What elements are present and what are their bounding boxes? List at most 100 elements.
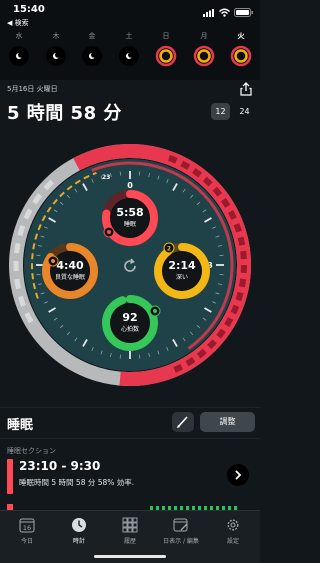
status-time: 15:40 [13, 4, 45, 15]
session-detail-button[interactable] [227, 464, 249, 486]
ring-detail-segment [20, 226, 23, 235]
day-6[interactable]: 月 [192, 31, 216, 71]
day-1[interactable]: 水 [7, 31, 31, 71]
ring-detail-segment [187, 360, 194, 364]
tab-day-edit[interactable]: 日表示 / 編集 [156, 515, 206, 555]
day-3[interactable]: 金 [80, 31, 104, 71]
chevron-right-icon [227, 464, 249, 486]
heart-stat-value: 92 [105, 311, 155, 324]
day-label: 月 [192, 31, 216, 41]
sleep-badge-dot [107, 230, 111, 234]
edit-button[interactable] [172, 412, 194, 432]
deep-stat-value: 2:14 [157, 259, 207, 272]
ring-detail-segment [231, 211, 234, 218]
tab-settings-label: 設定 [208, 536, 258, 545]
signal-icon [203, 9, 215, 17]
sleep-duration-title: 5 時間 58 分 [7, 99, 122, 125]
sleep-stat-value: 5:58 [105, 206, 155, 219]
ring-detail-segment [199, 351, 205, 356]
divider [0, 438, 260, 439]
date-label: 5月16日 火曜日 [7, 84, 58, 94]
day-label: 日 [154, 31, 178, 41]
ring-detail-segment [223, 200, 227, 207]
status-bar: 15:40 [0, 0, 260, 20]
share-icon[interactable] [240, 82, 252, 96]
ring-detail-segment [215, 189, 220, 195]
session-time-range[interactable]: 23:10 - 9:30 [19, 459, 100, 473]
section-title: 睡眠 [7, 414, 33, 433]
day-4[interactable]: 土 [117, 31, 141, 71]
day-label: 土 [117, 31, 141, 41]
gear-icon [225, 517, 241, 533]
ring-detail-segment [205, 179, 211, 184]
hour-label: 0 [127, 181, 133, 190]
pencil-icon [172, 412, 194, 432]
toggle-12h[interactable]: 12 [211, 103, 230, 120]
tab-day-edit-label: 日表示 / 編集 [156, 536, 206, 545]
ring-detail-segment [20, 296, 23, 305]
activity-rings-icon [230, 45, 252, 67]
ring-detail-segment [175, 367, 182, 370]
ring-detail-segment [242, 279, 243, 287]
ring-detail-segment [238, 293, 240, 301]
tab-history[interactable]: 履歴 [105, 515, 155, 555]
session-summary: 睡眠時間 5 時間 58 分 58% 効率. [19, 477, 134, 488]
ring-detail-segment [194, 170, 200, 175]
ring-detail-segment [169, 158, 176, 161]
tab-bar: 16 今日 時計 履歴 日表示 / 編集 [0, 510, 260, 563]
divider [0, 407, 260, 408]
heart-stat-label: 心拍数 [105, 324, 155, 333]
sleep-stat-label: 睡眠 [105, 219, 155, 228]
tab-settings[interactable]: 設定 [208, 515, 258, 555]
activity-rings-icon [193, 45, 215, 67]
tab-today-label: 今日 [2, 536, 52, 545]
deep-badge-text: 2 [167, 246, 171, 253]
hour-label: 23 [102, 174, 110, 181]
tab-clock[interactable]: 時計 [54, 515, 104, 555]
clock-icon [71, 517, 87, 533]
adjust-button[interactable]: 調整 [200, 412, 255, 432]
tab-history-label: 履歴 [105, 536, 155, 545]
day-2[interactable]: 木 [44, 31, 68, 71]
ring-detail-segment [233, 306, 236, 313]
moon-icon [81, 45, 103, 67]
sleep-stat: 5:58 睡眠 [105, 206, 155, 228]
wifi-icon [219, 8, 230, 17]
ring-detail-segment [209, 341, 215, 347]
ring-detail-segment [243, 251, 244, 259]
day-5[interactable]: 日 [154, 31, 178, 71]
tab-today[interactable]: 16 今日 [2, 515, 52, 555]
toggle-24h[interactable]: 24 [235, 103, 254, 120]
ring-detail-segment [17, 243, 18, 253]
moon-icon [45, 45, 67, 67]
day-label: 金 [80, 31, 104, 41]
session-heading: 睡眠セクション [7, 446, 56, 456]
ring-detail-segment [236, 224, 239, 232]
ring-detail-segment [241, 237, 243, 245]
heart-stat: 92 心拍数 [105, 311, 155, 333]
ring-detail-segment [17, 279, 19, 289]
calendar-edit-icon [173, 517, 189, 533]
quality-stat: 4:40 良質な睡眠 [45, 259, 95, 281]
quality-stat-label: 良質な睡眠 [45, 272, 95, 281]
grid-icon [122, 517, 138, 533]
tab-clock-label: 時計 [54, 536, 104, 545]
ring-detail-segment [219, 330, 224, 336]
day-7[interactable]: 火 [229, 31, 253, 71]
day-label: 水 [7, 31, 31, 41]
quality-stat-value: 4:40 [45, 259, 95, 272]
deep-stat: 2:14 深い [157, 259, 207, 281]
session-color-bar [7, 459, 13, 494]
battery-icon [234, 8, 254, 17]
ring-detail-segment [182, 163, 189, 167]
week-strip: 水木金土日月火 [0, 31, 260, 73]
activity-rings-icon [155, 45, 177, 67]
moon-icon [8, 45, 30, 67]
back-link[interactable]: ◀ 検索 [7, 18, 29, 28]
moon-icon [118, 45, 140, 67]
day-label: 木 [44, 31, 68, 41]
day-label: 火 [229, 31, 253, 41]
ring-detail-segment [227, 319, 231, 326]
refresh-icon[interactable] [122, 258, 138, 274]
calendar-icon: 16 [19, 517, 35, 533]
